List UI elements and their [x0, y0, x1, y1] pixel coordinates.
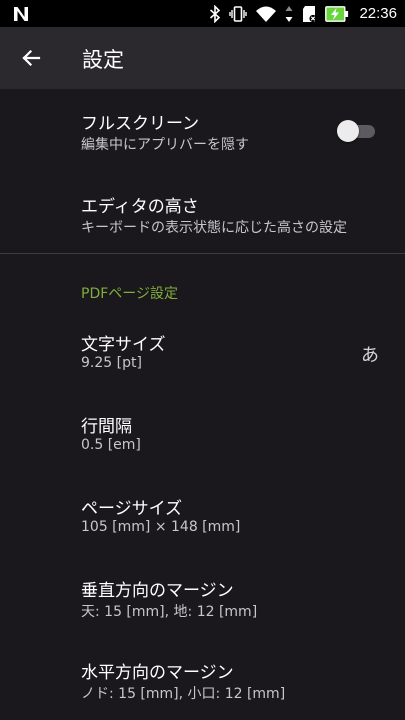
status-bar: 22:36 [0, 0, 405, 27]
vibrate-icon [229, 5, 248, 22]
arrow-back-icon [22, 49, 41, 67]
setting-title: 行間隔 [81, 417, 132, 437]
setting-summary: キーボードの表示状態に応じた高さの設定 [81, 220, 347, 236]
setting-font-size[interactable]: 文字サイズ 9.25 [pt] [0, 310, 405, 392]
setting-summary: 9.25 [pt] [81, 355, 142, 371]
data-arrows-icon [285, 5, 293, 22]
status-icons: 22:36 [209, 0, 397, 27]
setting-title: ページサイズ [81, 499, 183, 519]
fullscreen-toggle[interactable] [337, 120, 377, 142]
setting-editor-height[interactable]: エディタの高さ キーボードの表示状態に応じた高さの設定 [0, 171, 405, 253]
setting-title: フルスクリーン [81, 114, 200, 134]
setting-summary: 天: 15 [mm], 地: 12 [mm] [81, 604, 258, 620]
setting-summary: 105 [mm] × 148 [mm] [81, 519, 241, 535]
section-divider [0, 253, 405, 254]
setting-page-size[interactable]: ページサイズ 105 [mm] × 148 [mm] [0, 474, 405, 556]
app-bar: 設定 [0, 27, 405, 89]
page-title: 設定 [82, 48, 124, 72]
toggle-thumb [337, 120, 359, 142]
back-button[interactable] [14, 41, 48, 75]
section-header-pdf: PDFページ設定 [81, 286, 178, 302]
clock-time: 22:36 [359, 5, 397, 22]
wifi-icon [256, 6, 277, 22]
setting-horizontal-margin[interactable]: 水平方向のマージン ノド: 15 [mm], 小口: 12 [mm] [0, 638, 405, 720]
bluetooth-icon [210, 4, 221, 23]
font-size-preview: あ [361, 345, 379, 366]
setting-title: エディタの高さ [81, 197, 199, 217]
battery-charging-icon [325, 5, 349, 22]
setting-summary: ノド: 15 [mm], 小口: 12 [mm] [81, 686, 286, 702]
setting-title: 垂直方向のマージン [81, 581, 234, 601]
setting-title: 文字サイズ [81, 335, 166, 355]
setting-line-spacing[interactable]: 行間隔 0.5 [em] [0, 392, 405, 474]
notification-n-icon [14, 7, 28, 21]
setting-title: 水平方向のマージン [81, 663, 234, 683]
setting-summary: 編集中にアプリバーを隠す [81, 137, 249, 153]
setting-summary: 0.5 [em] [81, 437, 141, 453]
sd-card-icon [303, 5, 318, 22]
settings-screen: 22:36 設定 フルスクリーン 編集中にアプリバーを隠す エディタの高さ キー… [0, 0, 405, 720]
setting-vertical-margin[interactable]: 垂直方向のマージン 天: 15 [mm], 地: 12 [mm] [0, 556, 405, 638]
